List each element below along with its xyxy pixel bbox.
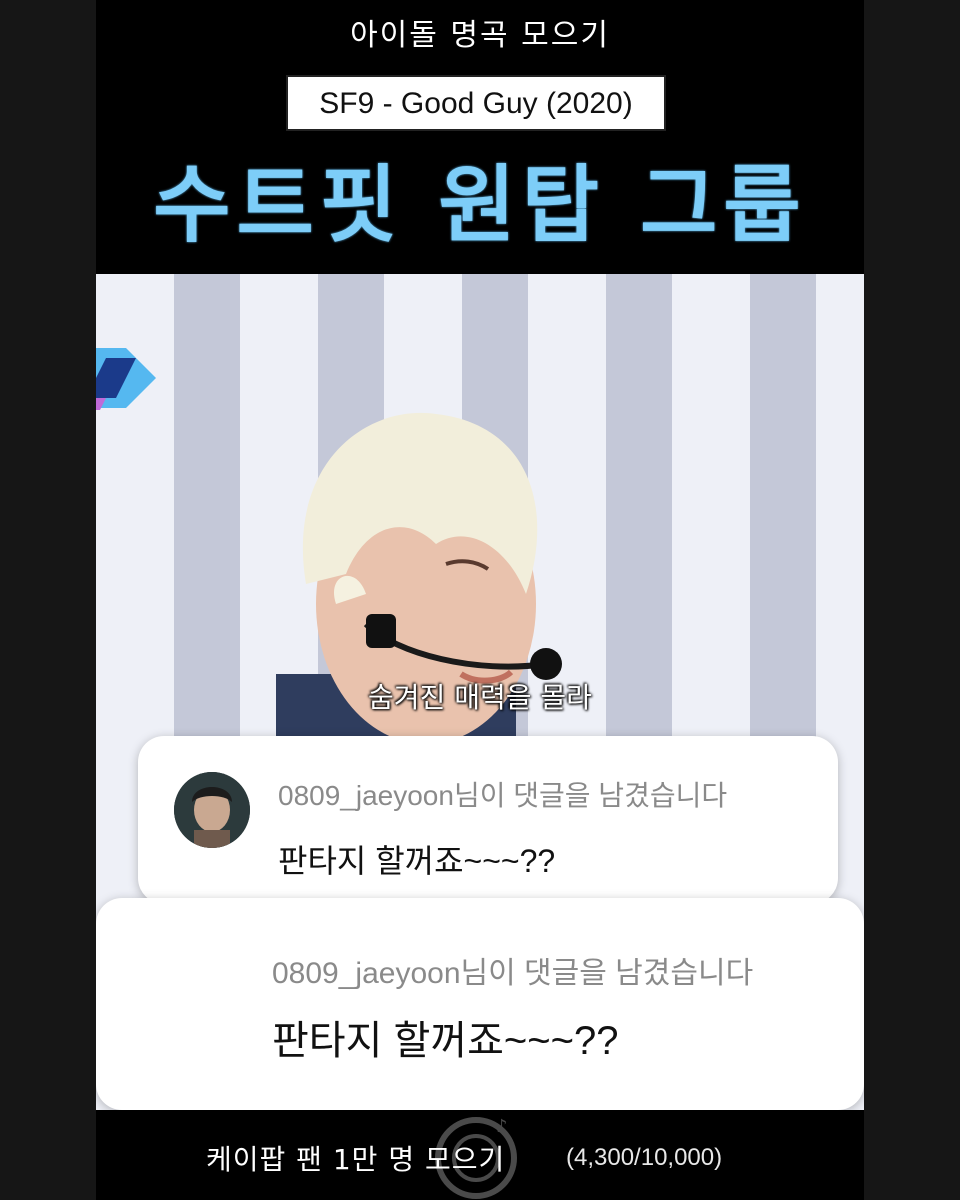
comment-meta: 0809_jaeyoon님이 댓글을 남겼습니다 — [272, 957, 754, 990]
headline: 수트핏 원탑 그룹 — [153, 156, 807, 254]
goal-count: (4,300/10,000) — [566, 1144, 723, 1171]
avatar — [174, 772, 250, 848]
goal-bar: ♪ 케이팝 팬 1만 명 모으기 (4,300/10,000) — [96, 1110, 864, 1200]
comment-card[interactable]: 0809_jaeyoon님이 댓글을 남겼습니다 판타지 할꺼죠~~~?? — [138, 736, 838, 904]
comment-meta: 0809_jaeyoon님이 댓글을 남겼습니다 — [278, 780, 728, 811]
stage-logo-graphic — [96, 348, 156, 410]
comment-card-large[interactable]: 0809_jaeyoon님이 댓글을 남겼습니다 판타지 할꺼죠~~~?? — [96, 898, 864, 1110]
svg-text:♪: ♪ — [496, 1116, 508, 1137]
lyric-subtitle: 숨겨진 매력을 몰라 — [368, 681, 592, 714]
channel-title: 아이돌 명곡 모으기 — [350, 18, 610, 53]
song-title-box: SF9 - Good Guy (2020) — [286, 75, 666, 131]
video-frame: 아이돌 명곡 모으기 SF9 - Good Guy (2020) 수트핏 원탑 … — [96, 0, 864, 1200]
goal-label: 케이팝 팬 1만 명 모으기 — [206, 1143, 506, 1176]
comment-text: 판타지 할꺼죠~~~?? — [272, 1019, 619, 1063]
comment-text: 판타지 할꺼죠~~~?? — [278, 843, 556, 879]
